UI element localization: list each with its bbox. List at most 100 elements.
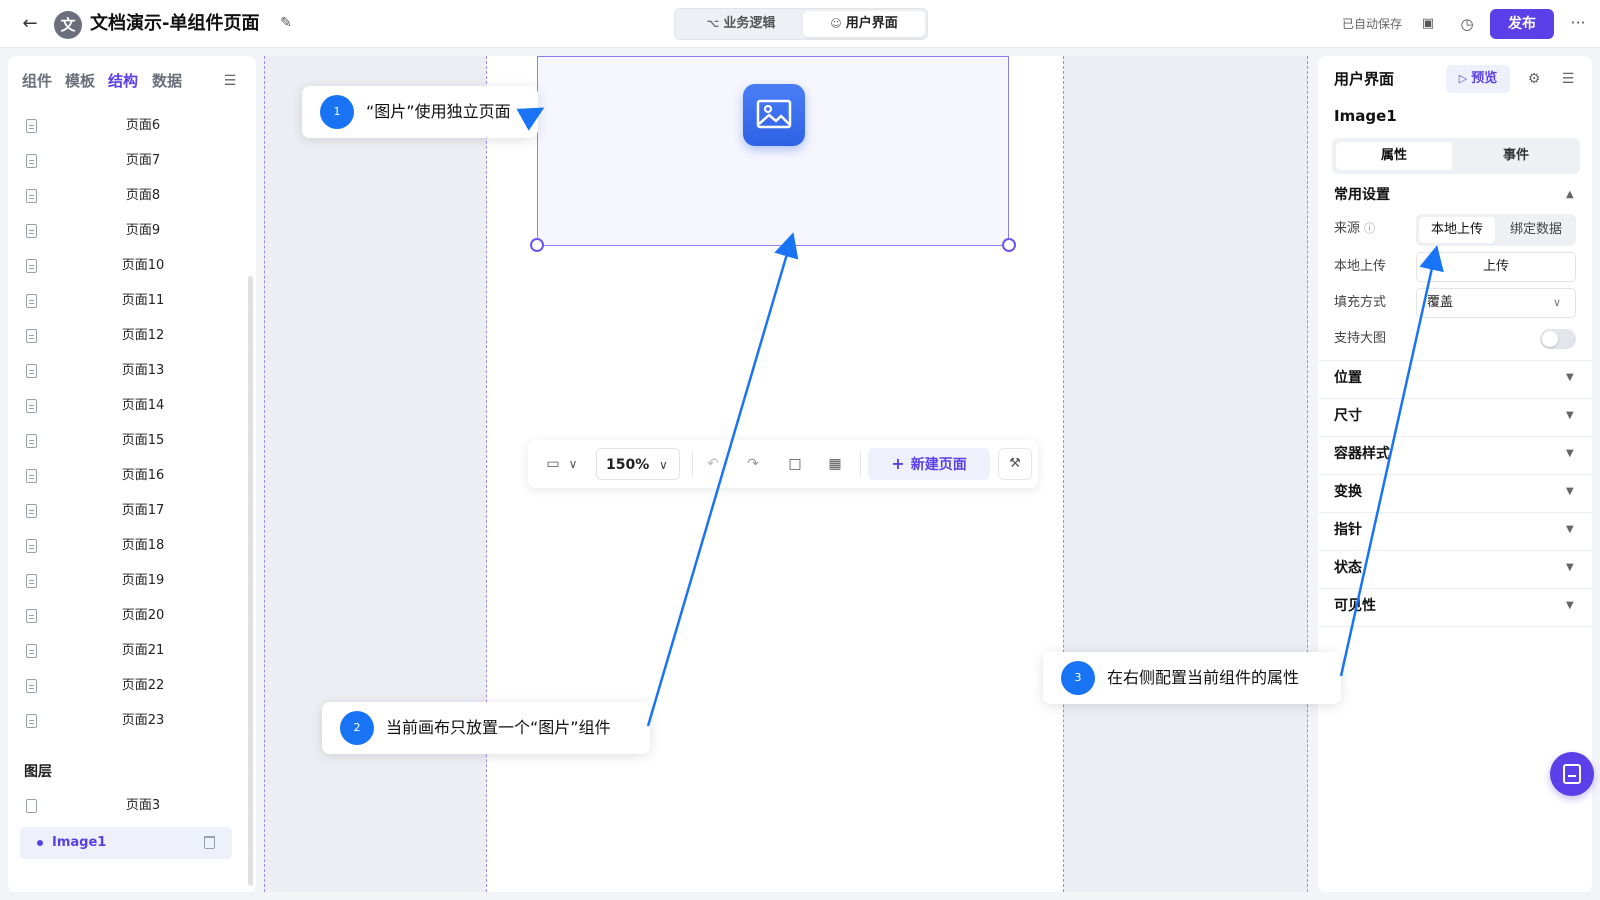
list-item[interactable]: 页面6 [8,110,244,142]
layer-item-page[interactable]: 页面3 [8,790,244,822]
list-item[interactable]: 页面19 [8,565,244,597]
callout-1: 1 “图片”使用独立页面 [302,86,538,138]
canvas-area[interactable]: ▭ ∨ 150% ∨ ↶ ↷ □ ▦ + 新建页面 ⚒ [264,56,1308,892]
section-position[interactable]: 位置 [1334,368,1362,388]
list-item[interactable]: 页面21 [8,635,244,667]
source-bind-data[interactable]: 绑定数据 [1498,217,1574,243]
resize-handle-bottom-left[interactable] [530,238,544,252]
caret-down-icon[interactable]: ▼ [1566,520,1574,540]
list-item[interactable]: 页面22 [8,670,244,702]
chevron-down-icon[interactable]: ∨ [564,450,582,478]
page-label: 页面13 [121,363,165,378]
fill-mode-select[interactable]: 覆盖 ∨ [1416,288,1576,318]
section-divider [1318,398,1592,399]
caret-down-icon[interactable]: ▼ [1566,444,1574,464]
tab-structure[interactable]: 结构 [108,70,138,92]
source-local-upload[interactable]: 本地上传 [1419,217,1495,243]
section-transform[interactable]: 变换 [1334,482,1362,502]
collapse-panel-icon[interactable]: ☰ [220,72,240,90]
page-file-icon [26,679,37,693]
layer-label: 页面3 [125,798,161,813]
upload-button[interactable]: 上传 [1416,252,1576,282]
page-list-scrollbar[interactable] [248,276,253,886]
caret-down-icon[interactable]: ▼ [1566,596,1574,616]
floating-toolbar: ▭ ∨ 150% ∨ ↶ ↷ □ ▦ + 新建页面 ⚒ [528,440,1038,488]
preview-button[interactable]: ▷ 预览 [1446,65,1510,93]
layer-item-image1[interactable]: Image1 [20,827,232,859]
source-switch: 本地上传 绑定数据 [1416,214,1576,246]
frame-icon[interactable]: □ [782,450,808,478]
caret-down-icon[interactable]: ▼ [1566,368,1574,388]
list-item[interactable]: 页面18 [8,530,244,562]
list-item[interactable]: 页面11 [8,285,244,317]
caret-down-icon[interactable]: ▼ [1566,406,1574,426]
redo-icon[interactable]: ↷ [740,450,766,478]
list-icon[interactable]: ☰ [1558,69,1578,89]
page-file-icon [26,799,37,813]
page-file-icon [26,154,37,168]
list-item[interactable]: 页面16 [8,460,244,492]
list-item[interactable]: 页面20 [8,600,244,632]
chevron-down-icon: ∨ [1553,296,1562,309]
page-file-icon [26,644,37,658]
image-component[interactable] [530,56,1016,252]
list-item[interactable]: 页面14 [8,390,244,422]
grid-icon[interactable]: ▦ [822,450,848,478]
resize-handle-bottom-right[interactable] [1002,238,1016,252]
caret-down-icon[interactable]: ▼ [1566,558,1574,578]
publish-button[interactable]: 发布 [1490,9,1554,39]
more-dots-icon[interactable]: ··· [1566,13,1590,33]
wrench-icon[interactable]: ⚒ [998,448,1032,480]
list-item[interactable]: 页面12 [8,320,244,352]
tab-user-interface[interactable]: ☺ 用户界面 [803,11,925,37]
callout-number: 2 [340,711,374,745]
callout-number: 1 [320,95,354,129]
history-clock-icon[interactable]: ◷ [1457,14,1477,34]
section-pointer[interactable]: 指针 [1334,520,1362,540]
list-item[interactable]: 页面13 [8,355,244,387]
page-file-icon [26,224,37,238]
tab-data[interactable]: 数据 [152,70,182,92]
chevron-down-icon: ∨ [659,458,668,472]
section-state[interactable]: 状态 [1334,558,1362,578]
page-file-icon [26,574,37,588]
tab-events[interactable]: 事件 [1456,142,1576,170]
list-item[interactable]: 页面23 [8,705,244,737]
monitor-icon[interactable]: ▭ [542,450,564,478]
page-file-icon [26,294,37,308]
list-item[interactable]: 页面9 [8,215,244,247]
list-item[interactable]: 页面7 [8,145,244,177]
section-size[interactable]: 尺寸 [1334,406,1362,426]
list-item[interactable]: 页面10 [8,250,244,282]
zoom-select[interactable]: 150% ∨ [596,448,680,480]
edit-pencil-icon[interactable]: ✎ [276,13,296,33]
caret-up-icon[interactable]: ▲ [1566,185,1574,205]
save-icon[interactable]: ▣ [1418,14,1438,34]
user-icon: ☺ [830,17,842,30]
assistant-fab-button[interactable] [1550,752,1594,796]
new-page-button[interactable]: + 新建页面 [868,448,990,480]
list-item[interactable]: 页面17 [8,495,244,527]
gear-icon[interactable]: ⚙ [1524,69,1544,89]
caret-down-icon[interactable]: ▼ [1566,482,1574,502]
section-common[interactable]: 常用设置 [1334,185,1390,205]
tab-business-logic[interactable]: ⌥ 业务逻辑 [681,11,801,37]
page-file-icon [26,329,37,343]
page-label: 页面19 [121,573,165,588]
trash-icon[interactable] [204,836,215,849]
tab-properties[interactable]: 属性 [1336,142,1452,170]
page-label: 页面9 [125,223,161,238]
tab-templates[interactable]: 模板 [65,70,95,92]
tab-components[interactable]: 组件 [22,70,52,92]
page-label: 页面10 [121,258,165,273]
section-visibility[interactable]: 可见性 [1334,596,1376,616]
list-item[interactable]: 页面8 [8,180,244,212]
page-label: 页面14 [121,398,165,413]
back-arrow-icon[interactable]: ← [18,12,42,36]
undo-icon[interactable]: ↶ [700,450,726,478]
list-item[interactable]: 页面15 [8,425,244,457]
section-container-style[interactable]: 容器样式 [1334,444,1390,464]
big-image-toggle[interactable] [1540,329,1576,349]
page-label: 页面21 [121,643,165,658]
big-image-label: 支持大图 [1334,331,1387,346]
